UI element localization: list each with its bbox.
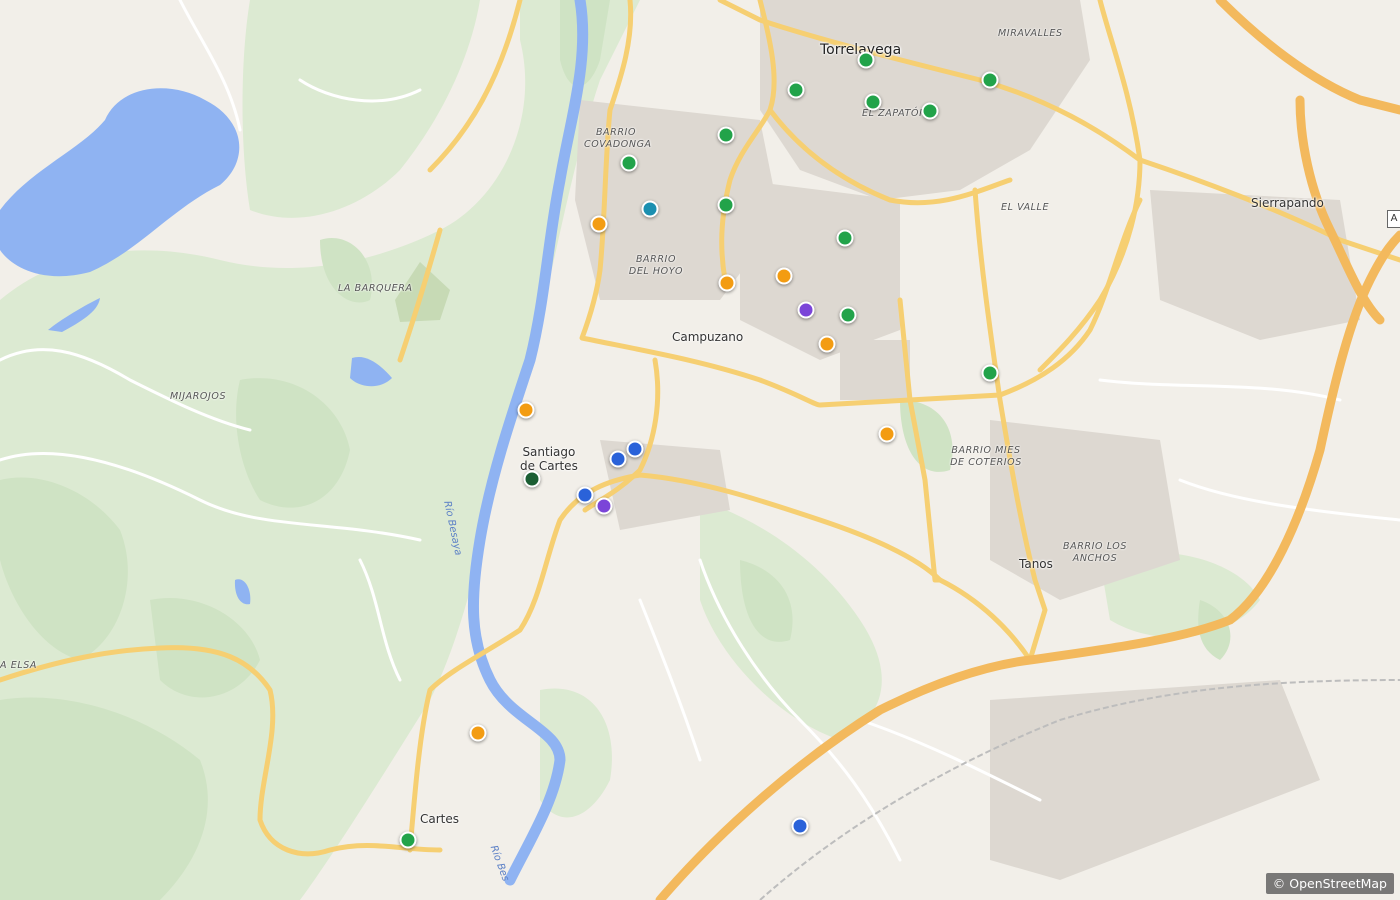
marker-orange[interactable] <box>878 425 896 443</box>
map-base <box>0 0 1400 900</box>
marker-blue[interactable] <box>609 450 627 468</box>
marker-teal[interactable] <box>641 200 659 218</box>
marker-orange[interactable] <box>818 335 836 353</box>
map-canvas[interactable]: Torrelavega MIRAVALLES EL ZAPATÓN BARRIO… <box>0 0 1400 900</box>
marker-blue[interactable] <box>626 440 644 458</box>
marker-blue[interactable] <box>791 817 809 835</box>
marker-green[interactable] <box>717 196 735 214</box>
marker-purple[interactable] <box>797 301 815 319</box>
marker-green[interactable] <box>857 51 875 69</box>
marker-darkgreen[interactable] <box>523 470 541 488</box>
marker-green[interactable] <box>981 71 999 89</box>
marker-blue[interactable] <box>576 486 594 504</box>
road-sign-edge: A <box>1387 210 1400 228</box>
marker-green[interactable] <box>864 93 882 111</box>
openstreetmap-link[interactable]: © OpenStreetMap <box>1273 876 1387 891</box>
map-attribution: © OpenStreetMap <box>1265 873 1394 894</box>
marker-green[interactable] <box>787 81 805 99</box>
lake <box>0 88 240 277</box>
marker-orange[interactable] <box>517 401 535 419</box>
marker-green[interactable] <box>717 126 735 144</box>
marker-purple[interactable] <box>595 497 613 515</box>
marker-orange[interactable] <box>775 267 793 285</box>
marker-green[interactable] <box>836 229 854 247</box>
marker-green[interactable] <box>921 102 939 120</box>
marker-green[interactable] <box>981 364 999 382</box>
marker-green[interactable] <box>620 154 638 172</box>
marker-orange[interactable] <box>718 274 736 292</box>
marker-orange[interactable] <box>469 724 487 742</box>
marker-green[interactable] <box>399 831 417 849</box>
marker-orange[interactable] <box>590 215 608 233</box>
urban-areas <box>575 0 1360 880</box>
marker-green[interactable] <box>839 306 857 324</box>
